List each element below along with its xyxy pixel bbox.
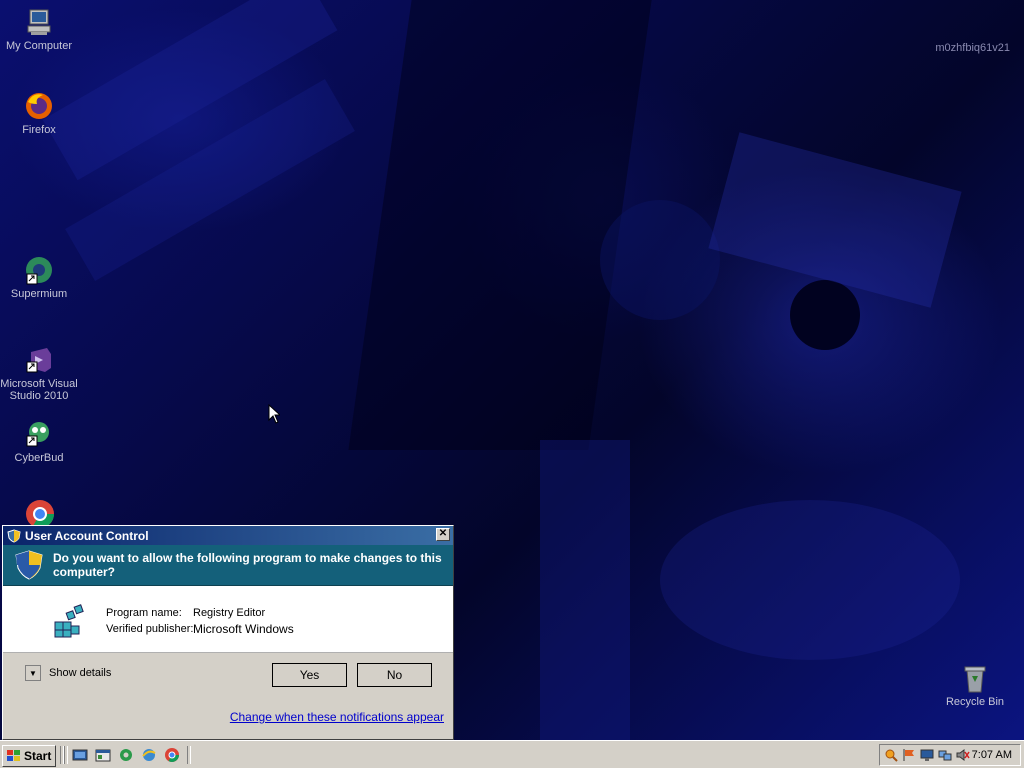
program-name-value: Registry Editor [193, 607, 266, 619]
magnifier-icon[interactable] [884, 748, 898, 762]
taskbar-separator [64, 746, 68, 764]
close-button[interactable]: ✕ [436, 528, 450, 541]
chrome-desktop-icon[interactable] [24, 498, 56, 528]
change-notifications-link[interactable]: Change when these notifications appear [230, 710, 444, 724]
taskbar-separator [187, 746, 191, 764]
desktop-icon-label: CyberBud [14, 452, 64, 464]
taskbar: Start 7:07 AM [0, 740, 1024, 768]
volume-muted-icon[interactable] [956, 748, 970, 762]
recycle-bin-icon [959, 662, 991, 694]
supermium-icon [23, 254, 55, 286]
visual-studio-icon [23, 344, 55, 376]
cyberbud-icon[interactable] [118, 747, 134, 763]
desktop-icon-my-computer[interactable]: My Computer [0, 6, 78, 52]
chrome-icon[interactable] [164, 747, 180, 763]
close-icon: ✕ [438, 528, 448, 539]
system-tray: 7:07 AM [879, 744, 1021, 766]
desktop-icon-recycle-bin[interactable]: Recycle Bin [936, 662, 1014, 708]
uac-footer: ▼ Show details Yes No Change when these … [3, 653, 453, 741]
ie-icon[interactable] [141, 747, 157, 763]
network-icon[interactable] [938, 748, 952, 762]
monitor-icon[interactable] [920, 748, 934, 762]
desktop-icon-label: Supermium [10, 288, 68, 300]
uac-dialog: User Account Control ✕ Do you want to al… [2, 525, 454, 740]
start-label: Start [24, 749, 52, 763]
publisher-label: Verified publisher: [106, 623, 194, 635]
publisher-value: Microsoft Windows [193, 622, 294, 636]
computer-icon [23, 6, 55, 38]
start-button[interactable]: Start [2, 745, 56, 767]
yes-button[interactable]: Yes [272, 663, 347, 687]
desktop-icon-label: My Computer [5, 40, 73, 52]
desktop-icon-supermium[interactable]: Supermium [0, 254, 78, 300]
desktop-icon-visual-studio[interactable]: Microsoft Visual Studio 2010 [0, 344, 78, 402]
uac-title: User Account Control [25, 528, 149, 543]
mouse-cursor-icon [268, 403, 282, 427]
desktop-icon-cyberbud[interactable]: CyberBud [0, 418, 78, 464]
firefox-icon [23, 90, 55, 122]
shield-icon [15, 550, 43, 580]
desktop-icon-firefox[interactable]: Firefox [0, 90, 78, 136]
show-details-toggle[interactable]: ▼ Show details [25, 665, 111, 681]
windows-logo-icon [7, 750, 20, 761]
show-details-label: Show details [49, 667, 112, 679]
cyberbud-icon [23, 418, 55, 450]
desktop-icon[interactable] [72, 747, 88, 763]
hostname-label: m0zhfbiq61v21 [935, 42, 1010, 54]
desktop-icon-label: Firefox [22, 124, 56, 136]
uac-question: Do you want to allow the following progr… [53, 551, 442, 579]
uac-title-bar[interactable]: User Account Control ✕ [3, 526, 453, 545]
uac-shield-icon [7, 528, 21, 543]
program-name-label: Program name: [106, 607, 182, 619]
flag-icon[interactable] [902, 748, 916, 762]
registry-editor-icon [54, 604, 84, 638]
explorer-icon[interactable] [95, 747, 111, 763]
chevron-down-icon[interactable]: ▼ [25, 665, 41, 681]
desktop-icon-label: Recycle Bin [945, 696, 1005, 708]
desktop-icon-label: Microsoft Visual Studio 2010 [0, 378, 78, 402]
uac-banner: Do you want to allow the following progr… [3, 545, 453, 586]
clock[interactable]: 7:07 AM [972, 749, 1012, 761]
no-button[interactable]: No [357, 663, 432, 687]
uac-program-info: Program name: Registry Editor Verified p… [3, 586, 453, 653]
